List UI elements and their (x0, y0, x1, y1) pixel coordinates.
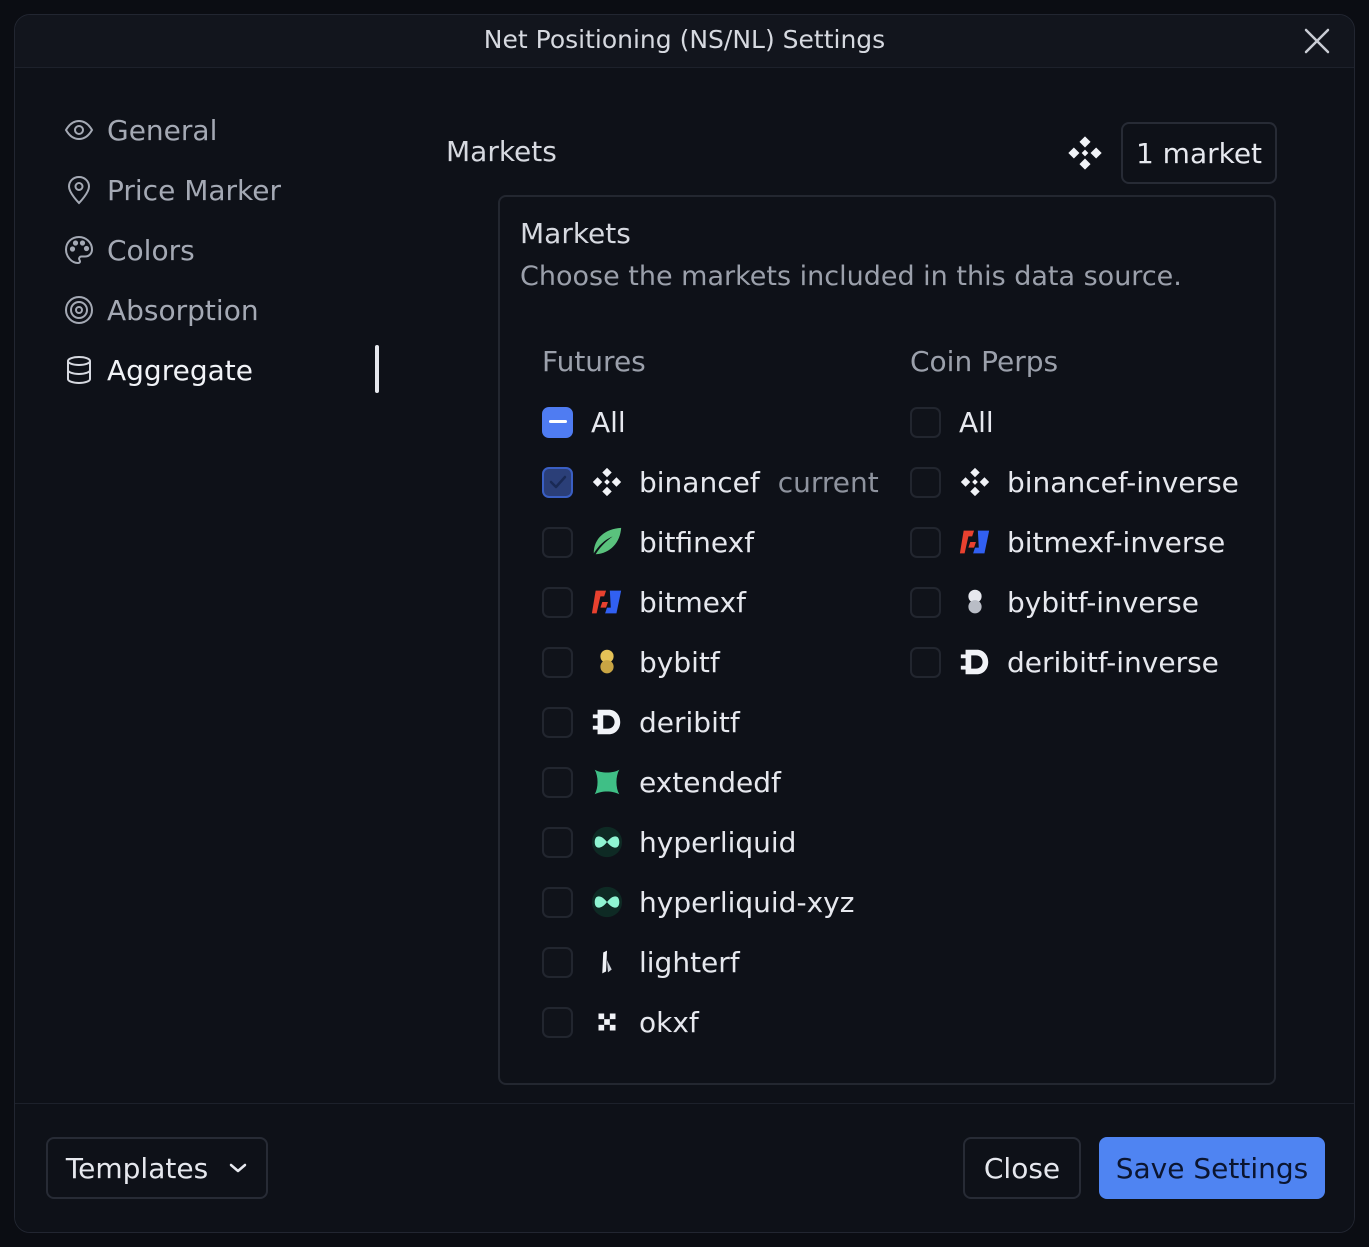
market-count-button[interactable]: 1 market (1121, 122, 1277, 184)
market-label: extendedf (639, 765, 781, 799)
sidebar-item-label: Aggregate (107, 353, 253, 387)
close-button[interactable]: Close (963, 1137, 1081, 1199)
eye-icon (63, 114, 95, 146)
market-row-bybitf[interactable]: bybitf (542, 640, 720, 684)
futures-all-checkbox[interactable] (542, 406, 573, 438)
sidebar-item-label: General (107, 113, 218, 147)
checkbox[interactable] (542, 886, 573, 918)
active-nav-indicator (375, 345, 379, 393)
sidebar-item-colors[interactable]: Colors (63, 230, 195, 270)
sidebar-item-general[interactable]: General (63, 110, 217, 150)
markets-section-label: Markets (446, 135, 557, 168)
sidebar-item-price-marker[interactable]: Price Marker (63, 170, 281, 210)
checkbox[interactable] (542, 646, 573, 678)
market-row-lighterf[interactable]: lighterf (542, 940, 740, 984)
binance-logo (589, 464, 625, 500)
bitmex-logo (957, 524, 993, 560)
futures-heading: Futures (542, 345, 646, 378)
checkbox[interactable] (542, 1006, 573, 1038)
market-row-extendedf[interactable]: extendedf (542, 760, 781, 804)
settings-dialog: Net Positioning (NS/NL) Settings General… (14, 14, 1355, 1233)
binance-logo (1065, 133, 1105, 173)
palette-icon (63, 234, 95, 266)
dialog-footer: Templates Close Save Settings (15, 1103, 1354, 1232)
checkbox[interactable] (910, 466, 941, 498)
target-icon (63, 294, 95, 326)
checkbox[interactable] (542, 706, 573, 738)
hyperliquid-logo (589, 884, 625, 920)
coin-perps-all-row[interactable]: All (910, 400, 994, 444)
deribit-logo (957, 644, 993, 680)
market-label: deribitf-inverse (1007, 645, 1219, 679)
market-row-bitmexf-inverse[interactable]: bitmexf-inverse (910, 520, 1225, 564)
sidebar-item-label: Absorption (107, 293, 259, 327)
bybit-logo (957, 584, 993, 620)
okx-logo (589, 1004, 625, 1040)
market-label: hyperliquid (639, 825, 797, 859)
market-row-bybitf-inverse[interactable]: bybitf-inverse (910, 580, 1199, 624)
bitmex-logo (589, 584, 625, 620)
futures-all-label: All (591, 405, 626, 439)
checkbox[interactable] (910, 646, 941, 678)
coin-perps-heading: Coin Perps (910, 345, 1059, 378)
market-row-deribitf-inverse[interactable]: deribitf-inverse (910, 640, 1219, 684)
binance-logo (957, 464, 993, 500)
templates-dropdown[interactable]: Templates (46, 1137, 268, 1199)
market-label: bybitf-inverse (1007, 585, 1199, 619)
checkbox[interactable] (542, 826, 573, 858)
sidebar-item-absorption[interactable]: Absorption (63, 290, 259, 330)
dialog-title: Net Positioning (NS/NL) Settings (483, 25, 886, 54)
chevron-down-icon (228, 1162, 248, 1174)
market-label: hyperliquid-xyz (639, 885, 855, 919)
markets-panel: Markets Choose the markets included in t… (498, 195, 1276, 1085)
extended-logo (589, 764, 625, 800)
panel-description: Choose the markets included in this data… (520, 261, 1182, 292)
templates-label: Templates (65, 1151, 209, 1185)
market-row-binancef[interactable]: binancef current (542, 460, 879, 504)
checkbox[interactable] (542, 466, 573, 498)
market-label: deribitf (639, 705, 740, 739)
current-tag: current (777, 465, 879, 499)
deribit-logo (589, 704, 625, 740)
market-row-bitfinexf[interactable]: bitfinexf (542, 520, 754, 564)
lighter-logo (589, 944, 625, 980)
checkbox[interactable] (542, 946, 573, 978)
market-row-binancef-inverse[interactable]: binancef-inverse (910, 460, 1239, 504)
market-label: bybitf (639, 645, 720, 679)
checkbox[interactable] (910, 526, 941, 558)
market-label: bitfinexf (639, 525, 755, 559)
futures-all-row[interactable]: All (542, 400, 626, 444)
close-icon[interactable] (1302, 26, 1332, 56)
bitfinex-logo (589, 524, 625, 560)
market-label: binancef (639, 465, 760, 499)
hyperliquid-logo (589, 824, 625, 860)
checkbox[interactable] (910, 586, 941, 618)
checkbox[interactable] (542, 766, 573, 798)
coin-perps-all-label: All (959, 405, 994, 439)
market-label: bitmexf (639, 585, 746, 619)
market-row-hyperliquid-xyz[interactable]: hyperliquid-xyz (542, 880, 854, 924)
market-label: bitmexf-inverse (1007, 525, 1226, 559)
market-label: lighterf (639, 945, 740, 979)
market-row-bitmexf[interactable]: bitmexf (542, 580, 746, 624)
dialog-titlebar: Net Positioning (NS/NL) Settings (15, 15, 1354, 68)
database-icon (63, 354, 95, 386)
bybit-logo (589, 644, 625, 680)
sidebar-item-aggregate[interactable]: Aggregate (63, 350, 253, 390)
sidebar-item-label: Price Marker (107, 173, 281, 207)
checkbox[interactable] (542, 526, 573, 558)
market-label: binancef-inverse (1007, 465, 1239, 499)
market-row-deribitf[interactable]: deribitf (542, 700, 740, 744)
checkbox[interactable] (542, 586, 573, 618)
market-row-okxf[interactable]: okxf (542, 1000, 699, 1044)
sidebar-item-label: Colors (107, 233, 195, 267)
map-pin-icon (63, 174, 95, 206)
coin-perps-all-checkbox[interactable] (910, 406, 941, 438)
market-row-hyperliquid[interactable]: hyperliquid (542, 820, 796, 864)
panel-title: Markets (520, 217, 631, 250)
save-settings-button[interactable]: Save Settings (1099, 1137, 1325, 1199)
market-label: okxf (639, 1005, 699, 1039)
